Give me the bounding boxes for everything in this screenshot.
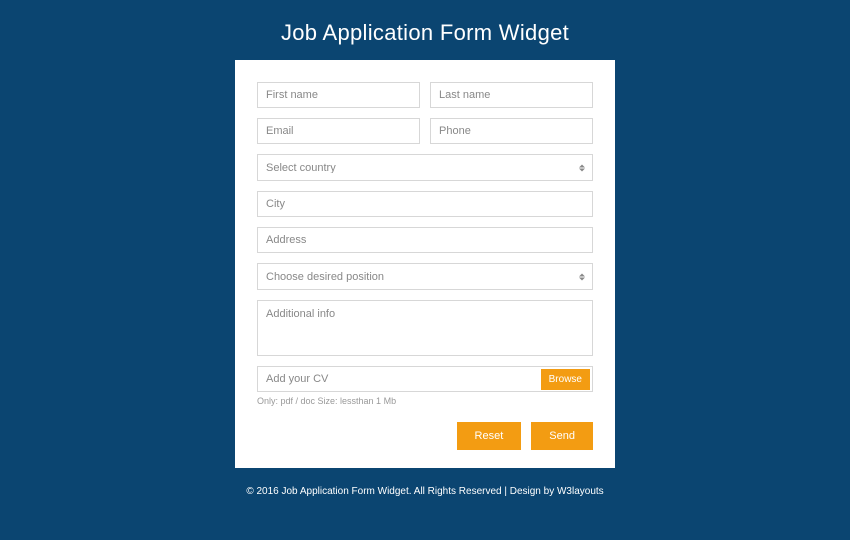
phone-field[interactable] [430, 118, 593, 144]
country-select[interactable]: Select country [257, 154, 593, 181]
cv-placeholder: Add your CV [266, 373, 541, 385]
send-button[interactable]: Send [531, 422, 593, 450]
browse-button[interactable]: Browse [541, 369, 590, 390]
reset-button[interactable]: Reset [457, 422, 522, 450]
cv-upload-box[interactable]: Add your CV Browse [257, 366, 593, 392]
additional-info-field[interactable] [257, 300, 593, 356]
footer-text: © 2016 Job Application Form Widget. All … [246, 486, 557, 497]
city-field[interactable] [257, 191, 593, 217]
address-field[interactable] [257, 227, 593, 253]
form-card: Select country Choose desired position A… [235, 60, 615, 468]
footer-link[interactable]: W3layouts [557, 486, 604, 497]
last-name-field[interactable] [430, 82, 593, 108]
page-title: Job Application Form Widget [281, 20, 569, 46]
cv-hint: Only: pdf / doc Size: lessthan 1 Mb [257, 396, 593, 406]
position-select[interactable]: Choose desired position [257, 263, 593, 290]
email-field[interactable] [257, 118, 420, 144]
first-name-field[interactable] [257, 82, 420, 108]
footer: © 2016 Job Application Form Widget. All … [246, 486, 603, 497]
